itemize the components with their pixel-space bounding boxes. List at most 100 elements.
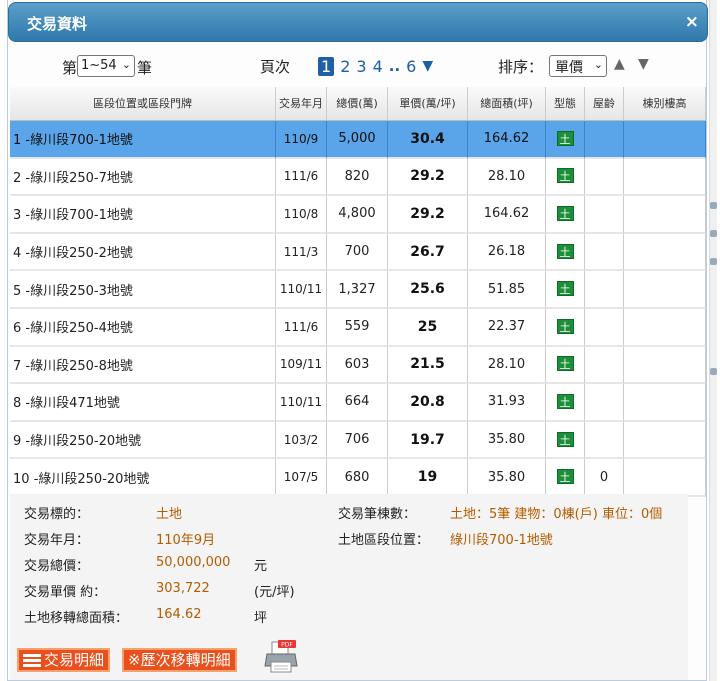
next-page-icon[interactable]: ▼ — [422, 58, 433, 74]
cell-age — [585, 384, 624, 422]
row-address: -綠川段250-20地號 — [33, 471, 150, 487]
row-address: -綠川段250-3地號 — [25, 283, 133, 299]
header-trade-date[interactable]: 交易年月 — [276, 87, 327, 121]
cell-trade-date: 110/9 — [276, 121, 327, 159]
table-row[interactable]: 3 -綠川段700-1地號 110/8 4,800 29.2 164.62 土 — [10, 196, 706, 234]
cell-total-price: 603 — [327, 346, 388, 385]
row-number: 5 — [13, 283, 22, 299]
cell-type: 土 — [546, 384, 585, 422]
cell-total-price: 4,800 — [327, 196, 388, 234]
sort-ascending-icon[interactable]: ▲ — [614, 56, 625, 72]
cell-trade-date: 111/6 — [276, 158, 327, 197]
row-number: 1 — [13, 133, 22, 149]
scrollbar-track[interactable] — [709, 0, 717, 681]
cell-unit-price: 19.7 — [388, 421, 468, 460]
cell-unit-price: 30.4 — [388, 121, 468, 159]
record-count-label: 交易筆棟數： — [338, 507, 417, 522]
row-number: 3 — [13, 208, 22, 224]
row-address: -綠川段700-1地號 — [25, 133, 133, 149]
cell-total-price: 820 — [327, 158, 388, 197]
table-row[interactable]: 7 -綠川段250-8地號 109/11 603 21.5 28.10 土 — [10, 346, 706, 385]
land-type-icon: 土 — [556, 356, 574, 372]
total-price-value: 50,000,000 — [156, 555, 231, 570]
table-row[interactable]: 6 -綠川段250-4地號 111/6 559 25 22.37 土 — [10, 308, 706, 347]
header-unit-price[interactable]: 單價(萬/坪) — [388, 87, 468, 121]
transaction-dialog: 交易資料 × 第 1~54 ⌄ 筆 頁次 1 2 3 4 .. 6 ▼ 排序： … — [7, 0, 708, 681]
table-row[interactable]: 8 -綠川段471地號 110/11 664 20.8 31.93 土 — [10, 384, 706, 422]
cell-age — [585, 346, 624, 385]
cell-type: 土 — [546, 158, 585, 197]
header-type[interactable]: 型態 — [546, 87, 585, 121]
detail-panel: 交易標的： 土地 交易年月： 110年9月 交易總價： 50,000,000 元… — [10, 494, 688, 680]
row-address: -綠川段250-8地號 — [25, 358, 133, 374]
table-row[interactable]: 5 -綠川段250-3地號 110/11 1,327 25.6 51.85 土 — [10, 271, 706, 309]
land-type-icon: 土 — [556, 243, 574, 259]
cell-type: 土 — [546, 421, 585, 460]
table-row[interactable]: 9 -綠川段250-20地號 103/2 706 19.7 35.80 土 — [10, 421, 706, 460]
sort-select-value: 單價 — [555, 60, 583, 76]
unit-price-value: 303,722 — [156, 581, 210, 596]
transaction-detail-button[interactable]: 交易明細 — [17, 648, 111, 672]
table-header-row: 區段位置或區段門牌 交易年月 總價(萬) 單價(萬/坪) 總面積(坪) 型態 屋… — [10, 87, 706, 121]
sort-select[interactable]: 單價 ⌄ — [549, 55, 607, 77]
cell-type: 土 — [546, 233, 585, 272]
cell-trade-date: 103/2 — [276, 421, 327, 460]
header-age[interactable]: 屋齡 — [585, 87, 624, 121]
cell-age — [585, 196, 624, 234]
cell-unit-price: 29.2 — [388, 158, 468, 197]
unit-price-label: 交易單價 約： — [24, 585, 107, 600]
cell-trade-date: 110/11 — [276, 384, 327, 422]
header-total-area[interactable]: 總面積(坪) — [468, 87, 546, 121]
page-scrollbar[interactable] — [706, 0, 720, 681]
table-row[interactable]: 1 -綠川段700-1地號 110/9 5,000 30.4 164.62 土 — [10, 121, 706, 159]
cell-age — [585, 121, 624, 159]
row-address: -綠川段471地號 — [25, 396, 120, 412]
cell-address: 8 -綠川段471地號 — [10, 384, 276, 422]
page-link-6[interactable]: 6 — [406, 57, 416, 76]
table-row[interactable]: 4 -綠川段250-2地號 111/3 700 26.7 26.18 土 — [10, 233, 706, 272]
sort-label: 排序： — [498, 58, 544, 76]
cell-floor — [624, 233, 706, 272]
cell-age — [585, 233, 624, 272]
trade-date-label: 交易年月： — [24, 533, 90, 548]
cell-floor — [624, 346, 706, 385]
page-link-1[interactable]: 1 — [318, 56, 335, 76]
row-number: 6 — [13, 321, 22, 337]
cell-floor — [624, 384, 706, 422]
cell-age: 0 — [585, 459, 624, 497]
cell-type: 土 — [546, 196, 585, 234]
row-address: -綠川段700-1地號 — [25, 208, 133, 224]
header-floor[interactable]: 棟別樓高 — [624, 87, 706, 121]
dialog-titlebar: 交易資料 × — [8, 2, 708, 42]
range-select[interactable]: 1~54 ⌄ — [77, 55, 135, 77]
cell-type: 土 — [546, 271, 585, 309]
cell-total-price: 559 — [327, 308, 388, 347]
cell-trade-date: 107/5 — [276, 459, 327, 497]
cell-total-area: 28.10 — [468, 158, 546, 197]
close-icon[interactable]: × — [685, 12, 699, 32]
cell-floor — [624, 158, 706, 197]
row-address: -綠川段250-4地號 — [25, 321, 133, 337]
land-type-icon: 土 — [556, 205, 574, 221]
page-links: 1 2 3 4 .. 6 ▼ — [318, 54, 433, 78]
cell-total-price: 5,000 — [327, 121, 388, 159]
page-link-3[interactable]: 3 — [356, 57, 366, 76]
page-link-2[interactable]: 2 — [340, 57, 350, 76]
table-row[interactable]: 2 -綠川段250-7地號 111/6 820 29.2 28.10 土 — [10, 158, 706, 197]
page-link-4[interactable]: 4 — [373, 57, 383, 76]
row-address: -綠川段250-2地號 — [25, 246, 133, 262]
print-pdf-icon[interactable]: PDF — [264, 640, 298, 674]
cell-address: 3 -綠川段700-1地號 — [10, 196, 276, 234]
table-row[interactable]: 10 -綠川段250-20地號 107/5 680 19 35.80 土 0 — [10, 459, 706, 497]
header-address[interactable]: 區段位置或區段門牌 — [10, 87, 276, 121]
scroll-mark — [710, 230, 717, 237]
header-total-price[interactable]: 總價(萬) — [327, 87, 388, 121]
transfer-history-button[interactable]: ※歷次移轉明細 — [122, 648, 237, 672]
cell-total-area: 31.93 — [468, 384, 546, 422]
cell-address: 4 -綠川段250-2地號 — [10, 233, 276, 272]
cell-unit-price: 21.5 — [388, 346, 468, 385]
scroll-mark — [710, 258, 717, 265]
cell-total-area: 28.10 — [468, 346, 546, 385]
cell-address: 1 -綠川段700-1地號 — [10, 121, 276, 159]
sort-descending-icon[interactable]: ▼ — [638, 56, 649, 72]
